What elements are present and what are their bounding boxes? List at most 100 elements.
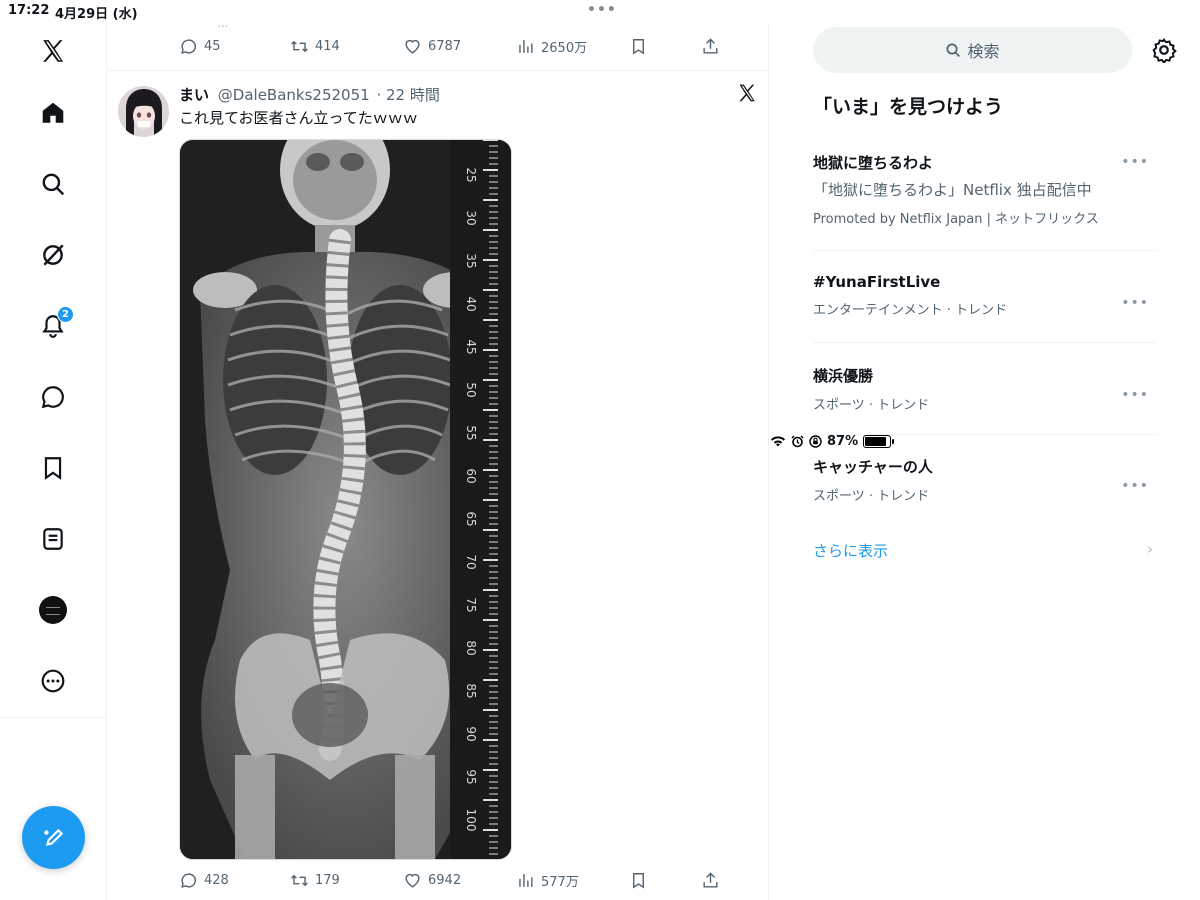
views-icon [519,873,533,887]
search-placeholder: 検索 [967,42,1000,61]
x-logo-icon[interactable] [36,34,70,68]
ruler-label: 45 [464,339,478,354]
previous-post-clip: ... [217,22,229,30]
trend-meta: スポーツ · トレンド [813,398,930,413]
like-button[interactable]: 6787 [403,37,516,56]
ruler-label: 95 [464,769,478,784]
reply-button[interactable]: 428 [179,871,290,890]
trend-meta: エンターテインメント · トレンド [813,303,1008,318]
ruler-label: 85 [464,683,478,698]
views-count: 577万 [541,874,579,890]
more-options-icon[interactable]: ••• [1121,387,1149,403]
ruler-label: 100 [464,809,478,832]
more-options-icon[interactable]: ••• [1121,295,1149,311]
repost-icon [291,40,308,52]
notification-badge: 2 [57,306,74,323]
trend-item-promoted[interactable]: 地獄に堕ちるわよ 「地獄に堕ちるわよ」Netflix 独占配信中 Promote… [813,152,1157,227]
ruler-label: 60 [464,468,478,483]
bookmark-button[interactable] [629,871,701,890]
show-more-label: さらに表示 [813,542,889,560]
reply-icon [181,38,196,54]
post-media-xray[interactable]: 25 30 35 40 45 50 55 60 65 70 75 80 85 90 95 100 [179,139,512,860]
more-icon[interactable] [36,664,70,698]
ruler-label: 90 [464,726,478,741]
trend-name: 横浜優勝 [813,367,874,385]
ruler-label: 35 [464,253,478,268]
app-root: 17:22 4月29日 (水) ••• 87% 2 ... 45 414 678… [0,0,1200,900]
repost-button[interactable]: 414 [290,37,403,56]
views-icon [519,39,533,53]
like-button[interactable]: 6942 [403,871,516,890]
reply-icon [181,872,196,888]
compose-button[interactable] [22,806,85,869]
more-options-icon[interactable]: ••• [1121,154,1149,170]
trend-separator [813,250,1157,251]
grok-icon[interactable] [36,238,70,272]
trend-description: 「地獄に堕ちるわよ」Netflix 独占配信中 [813,181,1092,199]
timeline-column: ... 45 414 6787 2650万 まい @DaleBanks25205… [107,22,769,900]
share-button[interactable] [701,37,720,56]
ruler-label: 50 [464,382,478,397]
views-button[interactable]: 577万 [516,871,629,890]
lists-icon[interactable] [36,522,70,556]
post-time[interactable]: · 22 時間 [376,86,439,104]
chevron-right-icon: › [1147,540,1153,558]
messages-icon[interactable] [36,380,70,414]
post-actions: 428 179 6942 577万 [179,868,739,892]
like-count: 6787 [428,38,462,54]
ruler-label: 30 [464,210,478,225]
bookmark-icon [633,38,644,55]
post-author-name[interactable]: まい [179,86,209,104]
bookmarks-icon[interactable] [36,451,70,485]
compose-icon [43,828,63,846]
trend-name: 地獄に堕ちるわよ [813,154,934,172]
post-author-avatar[interactable] [118,86,169,137]
anime-avatar-image [118,86,169,137]
profile-avatar-image [39,596,67,624]
notifications-icon[interactable]: 2 [36,306,74,343]
show-more-link[interactable]: さらに表示 › [813,540,1157,561]
like-icon [405,39,420,54]
trend-name: キャッチャーの人 [813,458,933,476]
reply-count: 428 [204,872,229,888]
share-icon [703,871,718,888]
home-icon[interactable] [36,96,70,130]
post-header: まい @DaleBanks252051 · 22 時間 [179,84,440,105]
share-icon [703,37,718,54]
search-input[interactable]: 検索 [813,27,1132,73]
trend-meta: スポーツ · トレンド [813,489,930,504]
search-icon [946,43,961,57]
ruler-label: 65 [464,511,478,526]
views-button[interactable]: 2650万 [516,37,629,56]
ruler-label: 55 [464,425,478,440]
repost-button[interactable]: 179 [290,871,403,890]
right-sidebar: 検索 「いま」を見つけよう 地獄に堕ちるわよ 「地獄に堕ちるわよ」Netflix… [770,22,1200,900]
profile-avatar[interactable] [36,593,70,627]
reply-button[interactable]: 45 [179,37,290,56]
bookmark-button[interactable] [629,37,701,56]
status-bar: 17:22 4月29日 (水) ••• 87% [0,0,1200,449]
xray-image: 25 30 35 40 45 50 55 60 65 70 75 80 85 90 95 100 [180,140,511,859]
trend-separator [813,434,1157,435]
trend-item[interactable]: #YunaFirstLive エンターテインメント · トレンド ••• [813,273,1157,318]
ruler-label: 25 [464,167,478,182]
search-icon[interactable] [36,167,70,201]
settings-gear-icon[interactable] [1151,37,1177,64]
previous-post-actions: 45 414 6787 2650万 [179,34,739,58]
post-text: これ見てお医者さん立ってたｗｗｗ [179,109,418,127]
multitask-dots-icon[interactable]: ••• [587,2,617,18]
trend-name: #YunaFirstLive [813,273,941,291]
nav-divider [0,717,107,718]
post-author-handle[interactable]: @DaleBanks252051 [218,86,370,104]
trend-item[interactable]: 横浜優勝 スポーツ · トレンド ••• [813,365,1157,413]
share-button[interactable] [701,871,720,890]
reply-count: 45 [204,38,221,54]
trend-separator [813,342,1157,343]
ruler-label: 75 [464,597,478,612]
trend-item[interactable]: キャッチャーの人 スポーツ · トレンド ••• [813,456,1157,504]
trends-section-title: 「いま」を見つけよう [813,96,1004,118]
more-options-icon[interactable]: ••• [1121,478,1149,494]
like-icon [405,873,420,888]
status-date: 4月29日 (水) [55,7,138,22]
x-logo-icon[interactable] [737,83,757,103]
